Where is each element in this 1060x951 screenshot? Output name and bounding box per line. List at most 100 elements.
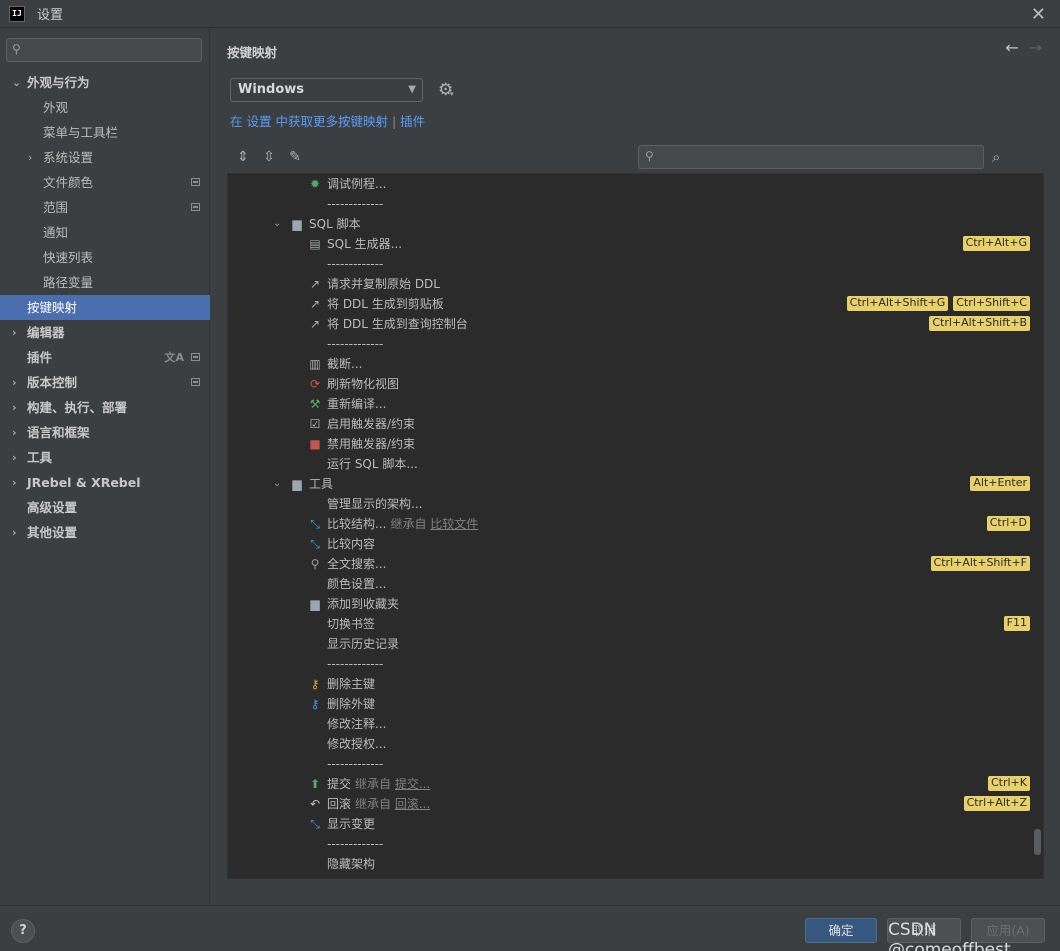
- sidebar-item[interactable]: 高级设置: [0, 495, 210, 520]
- chevron-right-icon[interactable]: ›: [12, 470, 17, 495]
- tree-row[interactable]: ⚲ 全文搜索... Ctrl+Alt+Shift+F: [228, 554, 1043, 574]
- sidebar-item[interactable]: 路径变量: [0, 270, 210, 295]
- tree-row[interactable]: ✹ 调试例程...: [228, 174, 1043, 194]
- chevron-right-icon[interactable]: ›: [28, 145, 32, 170]
- plugins-link[interactable]: 插件: [400, 114, 425, 129]
- tree-row[interactable]: ↗ 将 DDL 生成到剪贴板 Ctrl+Alt+Shift+G Ctrl+Shift+…: [228, 294, 1043, 314]
- tree-row[interactable]: -------------: [228, 654, 1043, 674]
- sidebar-item[interactable]: 插件 文A: [0, 345, 210, 370]
- tree-row[interactable]: -------------: [228, 254, 1043, 274]
- tree-row[interactable]: ⟳ 刷新物化视图: [228, 374, 1043, 394]
- tree-row-label: 启用触发器/约束: [327, 417, 416, 431]
- action-search-input[interactable]: ⚲: [638, 145, 984, 169]
- hammer-icon: ⚒: [309, 397, 321, 411]
- tree-row[interactable]: -------------: [228, 834, 1043, 854]
- export-arrow-icon: ↗: [309, 317, 321, 331]
- tree-row[interactable]: ↗ 请求并复制原始 DDL: [228, 274, 1043, 294]
- tree-row[interactable]: 管理显示的架构...: [228, 494, 1043, 514]
- tree-row-label: 隐藏架构: [327, 857, 376, 871]
- sidebar-item[interactable]: › JRebel & XRebel: [0, 470, 210, 495]
- diff-icon: ⤡: [310, 537, 320, 551]
- tree-row[interactable]: 修改注释...: [228, 714, 1043, 734]
- chevron-right-icon[interactable]: ›: [12, 420, 17, 445]
- inherited-from-link[interactable]: 比较文件: [430, 517, 478, 531]
- tree-row[interactable]: -------------: [228, 334, 1043, 354]
- sidebar-item[interactable]: › 其他设置: [0, 520, 210, 545]
- tree-row[interactable]: ▥ 截断...: [228, 354, 1043, 374]
- keymap-select[interactable]: Windows ▼: [230, 78, 423, 102]
- close-icon[interactable]: ✕: [1031, 4, 1046, 25]
- chevron-right-icon[interactable]: ›: [12, 445, 17, 470]
- sidebar-item[interactable]: 范围: [0, 195, 210, 220]
- forward-arrow-icon[interactable]: →: [1029, 38, 1042, 57]
- tree-row[interactable]: 隐藏架构: [228, 854, 1043, 874]
- sidebar-item[interactable]: 菜单与工具栏: [0, 120, 210, 145]
- chevron-right-icon[interactable]: ›: [12, 370, 17, 395]
- tree-row-label: -------------: [327, 757, 384, 771]
- edit-pencil-icon[interactable]: ✎: [282, 147, 308, 167]
- tree-row[interactable]: ↗ 将 DDL 生成到查询控制台 Ctrl+Alt+Shift+B: [228, 314, 1043, 334]
- sidebar-item[interactable]: › 语言和框架: [0, 420, 210, 445]
- refresh-icon: ⟳: [309, 377, 321, 391]
- tree-row[interactable]: ⌄ ▆ SQL 脚本: [228, 214, 1043, 234]
- find-by-shortcut-icon[interactable]: ⌕: [992, 148, 1000, 166]
- sidebar-item[interactable]: 外观: [0, 95, 210, 120]
- chevron-down-icon[interactable]: ⌄: [273, 214, 281, 234]
- tree-row[interactable]: ⚒ 重新编译...: [228, 394, 1043, 414]
- ok-button[interactable]: 确定: [805, 918, 877, 943]
- tree-row-label: -------------: [327, 197, 384, 211]
- chevron-down-icon[interactable]: ⌄: [12, 70, 21, 95]
- tree-row[interactable]: 运行 SQL 脚本...: [228, 454, 1043, 474]
- sidebar-item[interactable]: 按键映射: [0, 295, 210, 320]
- inherited-from-link[interactable]: 回滚...: [395, 797, 430, 811]
- sidebar-item[interactable]: › 构建、执行、部署: [0, 395, 210, 420]
- collapse-all-icon[interactable]: ⇳: [256, 147, 282, 167]
- sidebar-item[interactable]: 通知: [0, 220, 210, 245]
- project-level-icon: [191, 203, 200, 211]
- tree-row[interactable]: ⌄ ▆ 工具 Alt+Enter: [228, 474, 1043, 494]
- chevron-right-icon[interactable]: ›: [12, 520, 17, 545]
- sidebar-item[interactable]: › 编辑器: [0, 320, 210, 345]
- sidebar-item[interactable]: ⌄ 外观与行为: [0, 70, 210, 95]
- tree-row[interactable]: ⤡ 显示变更: [228, 814, 1043, 834]
- tree-row[interactable]: ⚷ 删除主键: [228, 674, 1043, 694]
- back-arrow-icon[interactable]: ←: [1005, 38, 1018, 57]
- tree-row[interactable]: ⚷ 删除外键: [228, 694, 1043, 714]
- sidebar-item-label: 系统设置: [43, 150, 94, 165]
- tree-row[interactable]: 显示历史记录: [228, 634, 1043, 654]
- sidebar-item[interactable]: › 系统设置: [0, 145, 210, 170]
- tree-row-label: 禁用触发器/约束: [327, 437, 416, 451]
- tree-row[interactable]: -------------: [228, 754, 1043, 774]
- chevron-down-icon[interactable]: ⌄: [273, 474, 281, 494]
- tree-row[interactable]: ☑ 启用触发器/约束: [228, 414, 1043, 434]
- sidebar-item[interactable]: 快速列表: [0, 245, 210, 270]
- tree-row[interactable]: ▤ SQL 生成器... Ctrl+Alt+G: [228, 234, 1043, 254]
- tree-row[interactable]: 切换书签 F11: [228, 614, 1043, 634]
- tree-row[interactable]: ▆ 添加到收藏夹: [228, 594, 1043, 614]
- sidebar-item[interactable]: 文件颜色: [0, 170, 210, 195]
- tree-row-label: SQL 脚本: [309, 217, 361, 231]
- tree-row-label: 切换书签: [327, 617, 376, 631]
- tree-row[interactable]: ⬆ 提交 继承自 提交... Ctrl+K: [228, 774, 1043, 794]
- sidebar-item-label: 菜单与工具栏: [43, 125, 119, 140]
- tree-row[interactable]: 颜色设置...: [228, 574, 1043, 594]
- expand-all-icon[interactable]: ⇕: [230, 147, 256, 167]
- sidebar-item-label: 外观: [43, 100, 69, 115]
- help-button[interactable]: ?: [11, 919, 35, 943]
- tree-row[interactable]: 修改授权...: [228, 734, 1043, 754]
- get-more-keymaps-link[interactable]: 在 设置 中获取更多按键映射: [230, 114, 388, 129]
- gear-icon[interactable]: ⚙ ▾: [438, 80, 454, 100]
- inherited-from-link[interactable]: 提交...: [395, 777, 430, 791]
- settings-nav: ⌄ 外观与行为 外观 菜单与工具栏 › 系统设置 文件颜色 范围 通知 快速列表 路径变量 按键映射 ›…: [0, 70, 210, 545]
- tree-row[interactable]: ↶ 回滚 继承自 回滚... Ctrl+Alt+Z: [228, 794, 1043, 814]
- tree-row[interactable]: ⤡ 比较内容: [228, 534, 1043, 554]
- sidebar-item[interactable]: › 工具: [0, 445, 210, 470]
- settings-search-input[interactable]: ⚲: [6, 38, 202, 62]
- shortcut-badge: F11: [1003, 616, 1030, 631]
- chevron-right-icon[interactable]: ›: [12, 320, 17, 345]
- tree-row[interactable]: ■ 禁用触发器/约束: [228, 434, 1043, 454]
- tree-row[interactable]: ⤡ 比较结构... 继承自 比较文件 Ctrl+D: [228, 514, 1043, 534]
- sidebar-item[interactable]: › 版本控制: [0, 370, 210, 395]
- chevron-right-icon[interactable]: ›: [12, 395, 17, 420]
- tree-row[interactable]: -------------: [228, 194, 1043, 214]
